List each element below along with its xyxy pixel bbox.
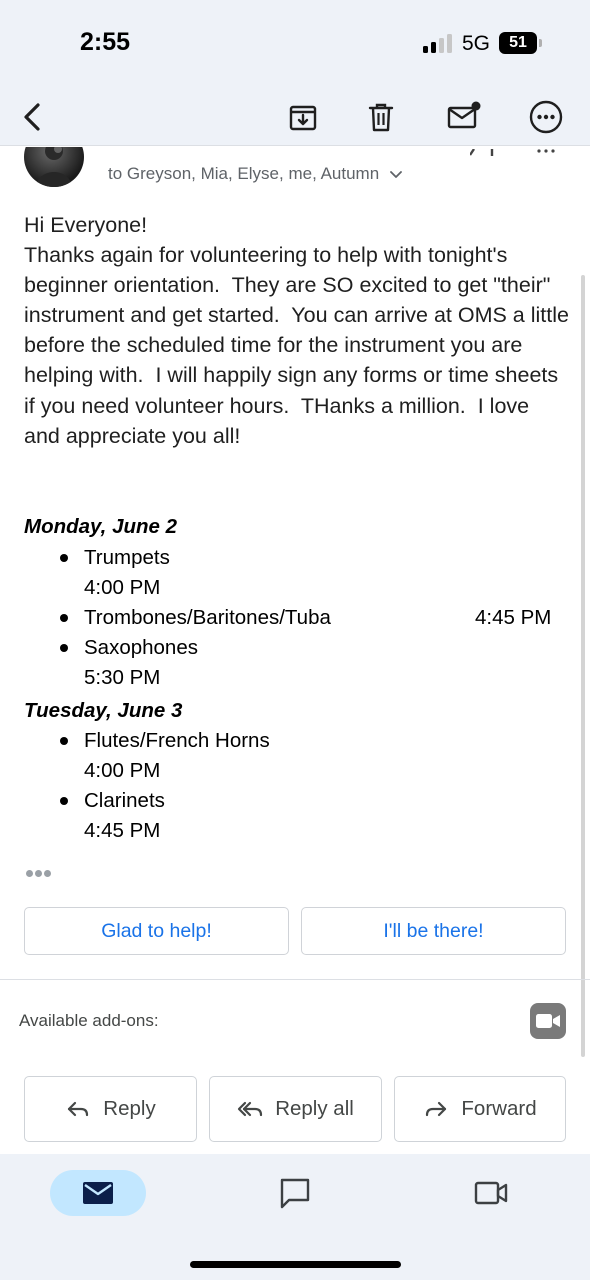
bullet <box>60 644 68 652</box>
instrument-time: 4:00 PM <box>84 759 161 782</box>
reply-all-icon <box>238 1101 263 1117</box>
reply-label: Reply <box>103 1097 156 1120</box>
instrument-time: 4:45 PM <box>475 606 552 629</box>
scrollbar[interactable] <box>581 275 585 1057</box>
back-button[interactable] <box>10 94 56 140</box>
nav-chat-tab[interactable] <box>270 1170 320 1216</box>
bullet <box>60 797 68 805</box>
chevron-down-icon <box>390 170 402 178</box>
video-camera-icon <box>536 1014 560 1028</box>
mail-icon <box>83 1182 113 1204</box>
mark-unread-button[interactable] <box>440 94 486 140</box>
forward-icon <box>426 1101 447 1117</box>
network-label: 5G <box>462 32 491 55</box>
schedule-day-heading: Tuesday, June 3 <box>24 699 183 722</box>
bullet <box>60 554 68 562</box>
bullet <box>60 737 68 745</box>
header-actions-clipped <box>470 149 555 156</box>
reply-all-button[interactable]: Reply all <box>209 1076 382 1142</box>
battery-cap <box>539 39 542 47</box>
forward-button[interactable]: Forward <box>394 1076 566 1142</box>
nav-meet-tab[interactable] <box>466 1170 516 1216</box>
archive-button[interactable] <box>280 94 326 140</box>
addons-label: Available add-ons: <box>19 1011 159 1030</box>
email-toolbar <box>0 88 590 146</box>
avatar-photo <box>36 147 72 187</box>
smart-reply-button[interactable]: Glad to help! <box>24 907 289 955</box>
forward-label: Forward <box>461 1097 537 1120</box>
mail-unread-icon <box>447 101 481 129</box>
chevron-left-icon <box>24 103 40 131</box>
reply-all-label: Reply all <box>275 1097 354 1120</box>
instrument-name: Clarinets <box>84 789 165 812</box>
signal-icon <box>423 34 453 53</box>
recipients-line[interactable]: to Greyson, Mia, Elyse, me, Autumn <box>108 164 402 184</box>
divider <box>0 979 590 980</box>
battery-level: 51 <box>509 34 527 51</box>
instrument-time: 4:00 PM <box>84 576 161 599</box>
nav-mail-tab[interactable] <box>50 1170 146 1216</box>
recipients-text: to Greyson, Mia, Elyse, me, Autumn <box>108 164 380 183</box>
bottom-navigation <box>0 1154 590 1280</box>
reply-button[interactable]: Reply <box>24 1076 197 1142</box>
instrument-name: Trumpets <box>84 546 170 569</box>
show-trimmed-content-button[interactable] <box>26 870 52 880</box>
instrument-time: 4:45 PM <box>84 819 161 842</box>
smart-reply-button[interactable]: I'll be there! <box>301 907 566 955</box>
status-bar: 2:55 5G 51 <box>0 0 590 88</box>
bullet <box>60 614 68 622</box>
video-icon <box>474 1181 508 1205</box>
meet-addon-button[interactable] <box>530 1003 566 1039</box>
chat-icon <box>280 1178 310 1209</box>
battery-icon: 51 <box>499 32 537 54</box>
sender-header: to Greyson, Mia, Elyse, me, Autumn <box>0 147 590 192</box>
sender-avatar[interactable] <box>24 147 84 187</box>
schedule-day-heading: Monday, June 2 <box>24 515 178 538</box>
instrument-name: Saxophones <box>84 636 198 659</box>
instrument-time: 5:30 PM <box>84 666 161 689</box>
instrument-name: Flutes/French Horns <box>84 729 270 752</box>
reply-icon <box>68 1101 89 1117</box>
instrument-name: Trombones/Baritones/Tuba <box>84 606 331 629</box>
status-time: 2:55 <box>80 28 131 56</box>
more-horizontal-icon <box>529 100 563 134</box>
home-indicator[interactable] <box>190 1261 401 1268</box>
archive-icon <box>289 105 317 131</box>
message-body: Hi Everyone! Thanks again for volunteeri… <box>24 213 569 448</box>
more-options-button[interactable] <box>523 94 569 140</box>
trash-icon <box>368 103 394 132</box>
delete-button[interactable] <box>358 94 404 140</box>
